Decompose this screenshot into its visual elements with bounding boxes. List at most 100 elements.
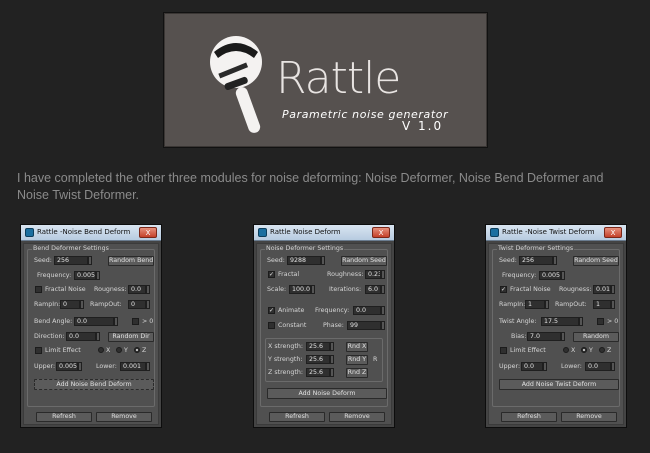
- phase-field[interactable]: 99: [347, 321, 381, 330]
- scale-label: Scale:: [267, 286, 287, 293]
- axis-y-radio[interactable]: [116, 347, 122, 353]
- lower-spinner[interactable]: [611, 362, 615, 371]
- add-noise-twist-deform-button[interactable]: Add Noise Twist Deform: [499, 379, 619, 390]
- rampin-field[interactable]: 0: [60, 300, 80, 309]
- r-label[interactable]: R: [373, 356, 377, 363]
- axis-x-label: X: [106, 347, 111, 354]
- roughness-field[interactable]: 0.0: [128, 285, 146, 294]
- lower-spinner[interactable]: [146, 362, 150, 371]
- upper-spinner[interactable]: [78, 362, 82, 371]
- rampin-spinner[interactable]: [80, 300, 84, 309]
- bias-spinner[interactable]: [561, 332, 565, 341]
- random-dir-button[interactable]: Random Dir: [108, 332, 154, 342]
- x-strength-field[interactable]: 25.6: [306, 342, 330, 351]
- rampin-field[interactable]: 1: [525, 300, 545, 309]
- close-button[interactable]: X: [139, 227, 157, 238]
- frequency-field[interactable]: 0.005: [539, 271, 561, 280]
- upper-field[interactable]: 0.005: [56, 362, 78, 371]
- frequency-spinner[interactable]: [381, 306, 385, 315]
- twist-settings-group: Twist Deformer Settings Seed: 256 Random…: [492, 245, 620, 407]
- add-noise-bend-deform-button[interactable]: Add Noise Bend Deform: [34, 379, 154, 390]
- close-button[interactable]: X: [372, 227, 390, 238]
- roughness-spinner[interactable]: [381, 270, 385, 279]
- direction-spinner[interactable]: [96, 332, 100, 341]
- seed-spinner[interactable]: [88, 256, 92, 265]
- scale-field[interactable]: 100.0: [289, 285, 311, 294]
- frequency-field[interactable]: 0.0: [353, 306, 381, 315]
- refresh-button[interactable]: Refresh: [269, 412, 325, 422]
- app-icon: [258, 228, 267, 237]
- remove-button[interactable]: Remove: [96, 412, 152, 422]
- limit-effect-checkbox[interactable]: [35, 347, 42, 354]
- twist-angle-spinner[interactable]: [579, 317, 583, 326]
- constant-checkbox[interactable]: [268, 322, 275, 329]
- frequency-spinner[interactable]: [561, 271, 565, 280]
- x-strength-spinner[interactable]: [330, 342, 334, 351]
- axis-z-radio[interactable]: [599, 347, 605, 353]
- roughness-field[interactable]: 0.23: [365, 270, 381, 279]
- upper-spinner[interactable]: [543, 362, 547, 371]
- frequency-field[interactable]: 0.005: [74, 271, 96, 280]
- rnd-z-button[interactable]: Rnd Z: [346, 368, 368, 378]
- rampout-spinner[interactable]: [611, 300, 615, 309]
- iterations-spinner[interactable]: [381, 285, 385, 294]
- bend-angle-field[interactable]: 0.0: [74, 317, 114, 326]
- refresh-button[interactable]: Refresh: [36, 412, 92, 422]
- y-strength-field[interactable]: 25.6: [306, 355, 330, 364]
- seed-spinner[interactable]: [321, 256, 325, 265]
- close-button[interactable]: X: [604, 227, 622, 238]
- seed-field[interactable]: 256: [54, 256, 88, 265]
- random-bend-button[interactable]: Random Bend: [108, 256, 154, 266]
- random-seed-button[interactable]: Random Seed: [573, 256, 619, 266]
- refresh-button[interactable]: Refresh: [501, 412, 557, 422]
- iterations-field[interactable]: 6.0: [365, 285, 381, 294]
- positive-only-checkbox[interactable]: [597, 318, 604, 325]
- add-noise-deform-button[interactable]: Add Noise Deform: [267, 388, 387, 399]
- upper-field[interactable]: 0.0: [521, 362, 543, 371]
- rampout-field[interactable]: 1: [593, 300, 611, 309]
- rnd-y-button[interactable]: Rnd Y: [346, 355, 368, 365]
- rampout-spinner[interactable]: [146, 300, 150, 309]
- seed-field[interactable]: 9288: [287, 256, 321, 265]
- lower-field[interactable]: 0.0: [585, 362, 611, 371]
- axis-x-radio[interactable]: [98, 347, 104, 353]
- fractal-noise-checkbox[interactable]: ✓: [500, 286, 507, 293]
- axis-x-radio[interactable]: [563, 347, 569, 353]
- z-strength-field[interactable]: 25.6: [306, 368, 330, 377]
- roughness-spinner[interactable]: [146, 285, 150, 294]
- axis-z-radio[interactable]: [134, 347, 140, 353]
- axis-y-radio[interactable]: [581, 347, 587, 353]
- z-strength-spinner[interactable]: [330, 368, 334, 377]
- phase-spinner[interactable]: [381, 321, 385, 330]
- limit-effect-checkbox[interactable]: [500, 347, 507, 354]
- random-button[interactable]: Random: [573, 332, 619, 342]
- bias-field[interactable]: 7.0: [527, 332, 561, 341]
- twist-body: Twist Deformer Settings Seed: 256 Random…: [488, 243, 624, 425]
- positive-only-checkbox[interactable]: [132, 318, 139, 325]
- rnd-x-button[interactable]: Rnd X: [346, 342, 368, 352]
- frequency-spinner[interactable]: [96, 271, 100, 280]
- fractal-noise-checkbox[interactable]: [35, 286, 42, 293]
- bend-body: Bend Deformer Settings Seed: 256 Random …: [23, 243, 159, 425]
- y-strength-spinner[interactable]: [330, 355, 334, 364]
- remove-button[interactable]: Remove: [561, 412, 617, 422]
- seed-spinner[interactable]: [553, 256, 557, 265]
- bend-title-bar[interactable]: Rattle -Noise Bend Deform X: [21, 225, 161, 241]
- twist-angle-field[interactable]: 17.5: [541, 317, 579, 326]
- lower-field[interactable]: 0.001: [120, 362, 146, 371]
- remove-button[interactable]: Remove: [329, 412, 385, 422]
- animate-checkbox[interactable]: ✓: [268, 307, 275, 314]
- twist-title-bar[interactable]: Rattle -Noise Twist Deform X: [486, 225, 626, 241]
- bend-angle-label: Bend Angle:: [34, 318, 73, 325]
- random-seed-button[interactable]: Random Seed: [341, 256, 387, 266]
- bend-angle-spinner[interactable]: [114, 317, 118, 326]
- roughness-spinner[interactable]: [611, 285, 615, 294]
- rampout-field[interactable]: 0: [128, 300, 146, 309]
- roughness-field[interactable]: 0.01: [593, 285, 611, 294]
- direction-field[interactable]: 0.0: [66, 332, 96, 341]
- scale-spinner[interactable]: [311, 285, 315, 294]
- rampin-spinner[interactable]: [545, 300, 549, 309]
- fractal-checkbox[interactable]: ✓: [268, 271, 275, 278]
- seed-field[interactable]: 256: [519, 256, 553, 265]
- noise-title-bar[interactable]: Rattle Noise Deform X: [254, 225, 394, 241]
